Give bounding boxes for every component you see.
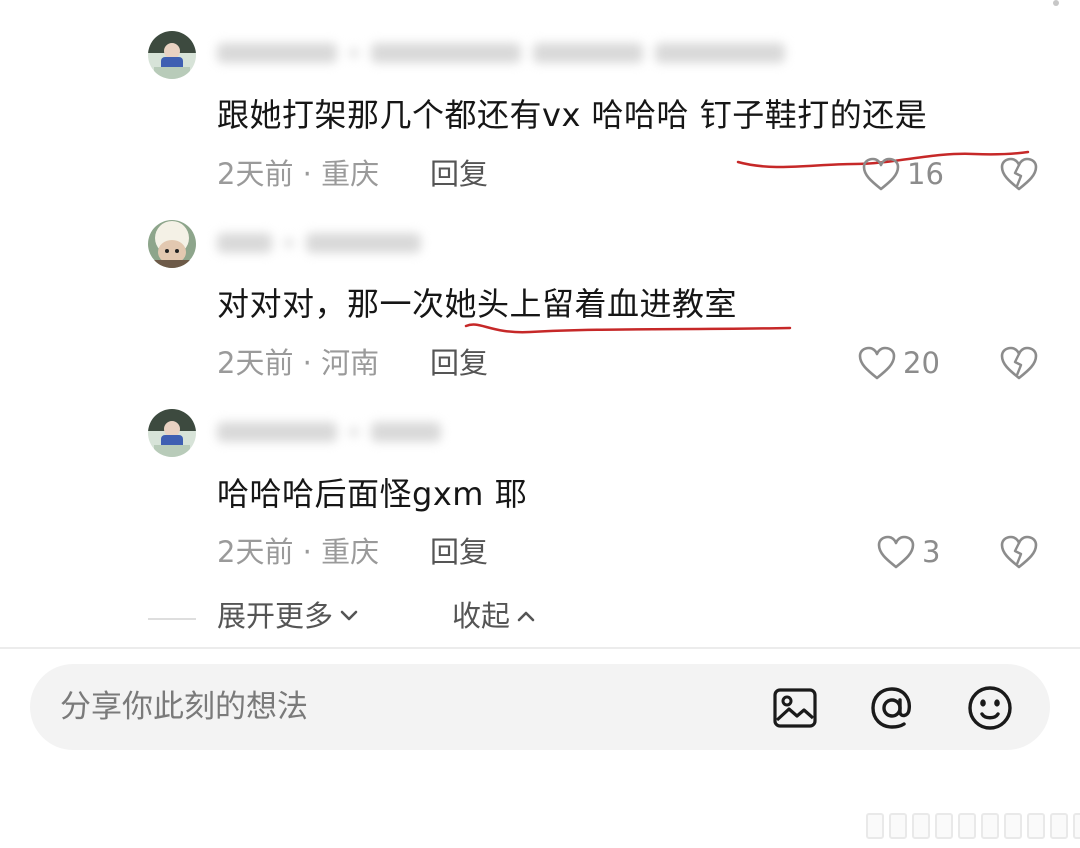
emoji-icon[interactable] xyxy=(966,684,1014,732)
heart-outline-icon xyxy=(858,346,896,380)
username-blurred xyxy=(217,417,441,447)
like-count: 16 xyxy=(907,157,944,191)
comment-input-placeholder[interactable]: 分享你此刻的想法 xyxy=(60,687,308,727)
like-button[interactable]: 20 xyxy=(857,345,940,381)
like-button[interactable]: 3 xyxy=(876,534,940,570)
comment-meta: 2天前 · 重庆 xyxy=(217,534,379,570)
comment-meta: 2天前 · 重庆 xyxy=(217,156,379,192)
comment-thread-screen: 跟她打架那几个都还有vx 哈哈哈 钉子鞋打的还是 2天前 · 重庆 回复 16 xyxy=(0,0,1080,848)
overflow-indicator xyxy=(1053,0,1059,6)
avatar[interactable] xyxy=(148,31,196,79)
collapse-button[interactable]: 收起 xyxy=(452,598,536,634)
comment-text: 哈哈哈后面怪gxm 耶 xyxy=(217,475,528,513)
like-count: 3 xyxy=(922,535,941,569)
divider xyxy=(0,647,1080,649)
comment-location: 重庆 xyxy=(321,535,380,569)
comment-location: 河南 xyxy=(321,346,380,380)
comment-input-bar[interactable]: 分享你此刻的想法 xyxy=(30,664,1050,750)
at-icon[interactable] xyxy=(868,684,916,732)
broken-heart-icon[interactable] xyxy=(1000,534,1038,570)
expand-more-button[interactable]: 展开更多 xyxy=(217,598,359,634)
image-icon[interactable] xyxy=(771,684,819,732)
reply-button[interactable]: 回复 xyxy=(430,156,488,192)
comment-time: 2天前 xyxy=(217,535,294,569)
meta-separator: · xyxy=(302,535,322,569)
username-blurred xyxy=(217,228,421,258)
thread-divider-line xyxy=(148,618,196,620)
comment-time: 2天前 xyxy=(217,346,294,380)
reply-button[interactable]: 回复 xyxy=(430,534,488,570)
annotation-underline xyxy=(464,323,792,334)
meta-separator: · xyxy=(302,346,322,380)
avatar[interactable] xyxy=(148,409,196,457)
chevron-up-icon xyxy=(517,611,535,622)
comment-location: 重庆 xyxy=(321,157,380,191)
thread-controls: 展开更多 收起 xyxy=(0,596,1080,640)
avatar[interactable] xyxy=(148,220,196,268)
username-blurred xyxy=(217,38,785,68)
watermark-mark xyxy=(866,813,1080,839)
comment-text: 跟她打架那几个都还有vx 哈哈哈 钉子鞋打的还是 xyxy=(217,96,928,134)
broken-heart-icon[interactable] xyxy=(1000,345,1038,381)
like-button[interactable]: 16 xyxy=(861,156,944,192)
reply-button[interactable]: 回复 xyxy=(430,345,488,381)
like-count: 20 xyxy=(903,346,940,380)
broken-heart-icon[interactable] xyxy=(1000,156,1038,192)
collapse-label: 收起 xyxy=(452,599,511,633)
comment-meta: 2天前 · 河南 xyxy=(217,345,379,381)
heart-outline-icon xyxy=(877,535,915,569)
meta-separator: · xyxy=(302,157,322,191)
chevron-down-icon xyxy=(340,610,358,621)
heart-outline-icon xyxy=(862,157,900,191)
comment-time: 2天前 xyxy=(217,157,294,191)
expand-more-label: 展开更多 xyxy=(217,599,334,633)
